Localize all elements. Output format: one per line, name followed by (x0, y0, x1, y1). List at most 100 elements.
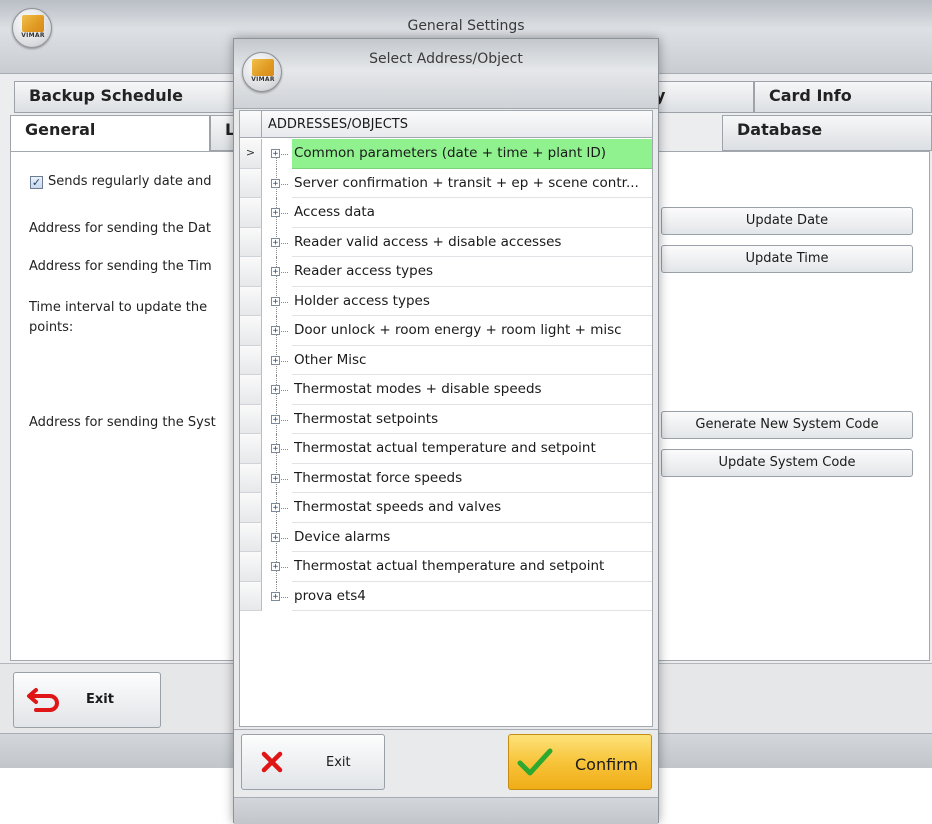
tree-row-label[interactable]: Server confirmation + transit + ep + sce… (292, 169, 652, 198)
dialog-exit-button[interactable]: Exit (241, 734, 385, 790)
select-address-dialog: VIMAR Select Address/Object ADDRESSES/OB… (233, 38, 659, 824)
tree-row[interactable]: > + Common parameters (date + time + plant… (240, 139, 652, 169)
tree-row[interactable]: + Access data (240, 198, 652, 228)
row-selector[interactable] (240, 434, 262, 464)
tab-card-info[interactable]: Card Info (754, 81, 932, 113)
column-header-addresses-objects[interactable]: ADDRESSES/OBJECTS (268, 117, 408, 132)
tab-backup-schedule[interactable]: Backup Schedule (14, 81, 234, 113)
tree-row-label[interactable]: Thermostat force speeds (292, 464, 652, 493)
tree-row[interactable]: + Reader access types (240, 257, 652, 287)
tab-general[interactable]: General (10, 115, 210, 152)
expand-plus-icon[interactable]: + (271, 355, 280, 365)
tree-row-label[interactable]: Door unlock + room energy + room light +… (292, 316, 652, 346)
tree-row[interactable]: + Server confirmation + transit + ep + sc… (240, 168, 652, 198)
confirm-button[interactable]: Confirm (508, 734, 652, 790)
close-x-icon (261, 751, 283, 773)
tree-row[interactable]: + prova ets4 (240, 581, 652, 611)
confirm-label: Confirm (575, 755, 639, 774)
row-selector[interactable] (240, 286, 262, 316)
tree-row[interactable]: + Thermostat actual temperature and setpo… (240, 434, 652, 464)
row-selector[interactable] (240, 552, 262, 582)
tab-label: Database (737, 120, 823, 139)
row-selector[interactable] (240, 375, 262, 405)
send-date-label: Sends regularly date and (48, 174, 212, 189)
dialog-titlebar: VIMAR Select Address/Object (234, 39, 658, 109)
update-date-button[interactable]: Update Date (661, 207, 913, 235)
expand-plus-icon[interactable]: + (271, 208, 280, 218)
send-date-checkbox[interactable]: ✓ (30, 176, 43, 189)
row-selector[interactable] (240, 345, 262, 375)
logo-text: VIMAR (251, 76, 275, 83)
expand-plus-icon[interactable]: + (271, 473, 280, 483)
exit-label: Exit (326, 755, 351, 770)
tree-row-label[interactable]: Thermostat modes + disable speeds (292, 375, 652, 405)
tree-row[interactable]: + Thermostat speeds and valves (240, 493, 652, 523)
tree-row-label[interactable]: Common parameters (date + time + plant I… (292, 139, 652, 169)
tree-row-label[interactable]: Reader access types (292, 257, 652, 287)
tree-row[interactable]: + Other Misc (240, 345, 652, 375)
tree-row-label[interactable]: Access data (292, 198, 652, 228)
tree-row[interactable]: + Thermostat modes + disable speeds (240, 375, 652, 405)
exit-label: Exit (86, 692, 114, 707)
row-selector[interactable] (240, 316, 262, 346)
tree-row[interactable]: + Thermostat setpoints (240, 404, 652, 434)
expand-plus-icon[interactable]: + (271, 414, 280, 424)
tree-row-label[interactable]: Thermostat actual themperature and setpo… (292, 552, 652, 582)
row-selector[interactable] (240, 581, 262, 611)
row-selector[interactable] (240, 404, 262, 434)
row-selector[interactable] (240, 493, 262, 523)
tab-database[interactable]: Database (722, 115, 932, 151)
expand-plus-icon[interactable]: + (271, 178, 280, 188)
tree-row-label[interactable]: Holder access types (292, 287, 652, 316)
exit-arrow-icon (27, 688, 59, 712)
expand-plus-icon[interactable]: + (271, 591, 280, 601)
tree-row-label[interactable]: Thermostat speeds and valves (292, 493, 652, 523)
interval-label-line2: points: (29, 320, 74, 335)
tab-label: Card Info (769, 86, 852, 105)
row-selector[interactable]: > (240, 139, 262, 169)
tree-row-label[interactable]: Thermostat setpoints (292, 405, 652, 434)
row-selector[interactable] (240, 198, 262, 228)
expand-plus-icon[interactable]: + (271, 532, 280, 542)
tree-row[interactable]: + Door unlock + room energy + room light … (240, 316, 652, 346)
tree-row[interactable]: + Holder access types (240, 286, 652, 316)
expand-plus-icon[interactable]: + (271, 385, 280, 395)
date-address-label: Address for sending the Dat (29, 221, 211, 236)
dialog-statusbar (234, 797, 658, 824)
tree-row-label[interactable]: Thermostat actual temperature and setpoi… (292, 434, 652, 464)
expand-plus-icon[interactable]: + (271, 503, 280, 513)
row-selector[interactable] (240, 522, 262, 552)
checkmark-icon (517, 748, 553, 776)
expand-plus-icon[interactable]: + (271, 562, 280, 572)
tree-row[interactable]: + Reader valid access + disable accesses (240, 227, 652, 257)
tree-row[interactable]: + Thermostat actual themperature and setp… (240, 552, 652, 582)
update-system-code-button[interactable]: Update System Code (661, 449, 913, 477)
expand-plus-icon[interactable]: + (271, 149, 280, 159)
tree-row[interactable]: + Thermostat force speeds (240, 463, 652, 493)
grid-rows: > + Common parameters (date + time + plant… (240, 139, 652, 729)
tree-row-label[interactable]: Reader valid access + disable accesses (292, 228, 652, 257)
tree-row-label[interactable]: Other Misc (292, 346, 652, 375)
update-time-button[interactable]: Update Time (661, 245, 913, 273)
grid-header: ADDRESSES/OBJECTS (240, 111, 652, 138)
time-address-label: Address for sending the Tim (29, 259, 212, 274)
dialog-title: Select Address/Object (369, 51, 523, 67)
interval-label-line1: Time interval to update the (29, 300, 208, 315)
row-selector[interactable] (240, 257, 262, 287)
window-title: General Settings (407, 18, 525, 34)
row-selector[interactable] (240, 463, 262, 493)
dialog-footer: Exit Confirm (234, 729, 658, 797)
tree-row-label[interactable]: Device alarms (292, 523, 652, 552)
expand-plus-icon[interactable]: + (271, 326, 280, 336)
grid-header-corner (240, 111, 262, 138)
row-selector[interactable] (240, 227, 262, 257)
tree-row[interactable]: + Device alarms (240, 522, 652, 552)
expand-plus-icon[interactable]: + (271, 296, 280, 306)
expand-plus-icon[interactable]: + (271, 444, 280, 454)
row-selector[interactable] (240, 168, 262, 198)
expand-plus-icon[interactable]: + (271, 237, 280, 247)
tree-row-label[interactable]: prova ets4 (292, 582, 652, 611)
expand-plus-icon[interactable]: + (271, 267, 280, 277)
main-exit-button[interactable]: Exit (13, 672, 161, 728)
generate-new-system-code-button[interactable]: Generate New System Code (661, 411, 913, 439)
